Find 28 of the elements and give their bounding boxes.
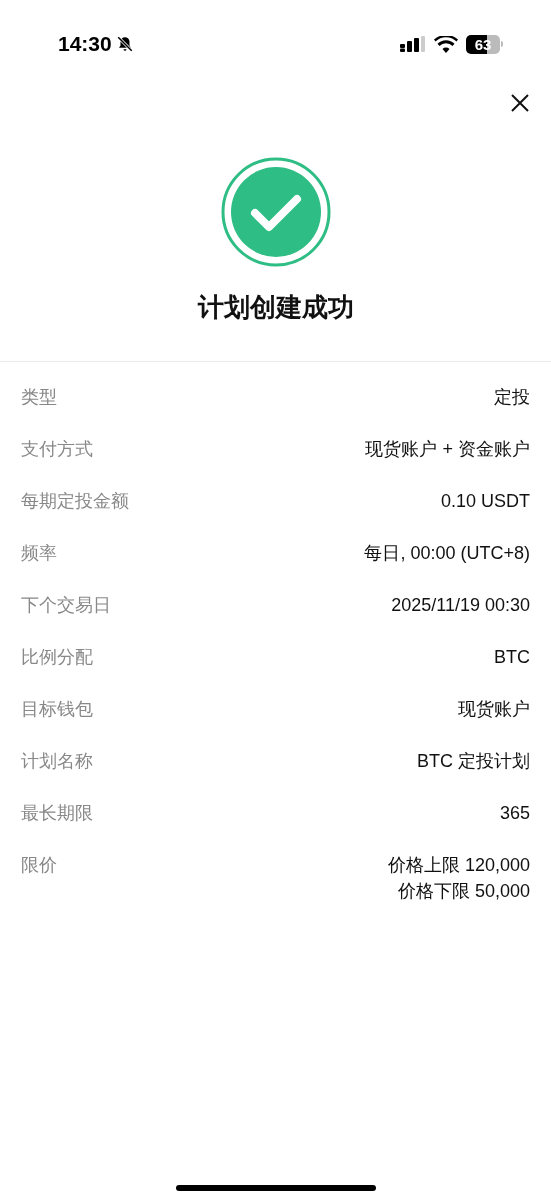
success-title: 计划创建成功 — [196, 291, 355, 324]
row-value: 价格下限 50,000 — [397, 880, 530, 903]
close-icon — [510, 93, 530, 113]
row-label: 支付方式 — [21, 438, 93, 461]
row-label: 最长期限 — [21, 802, 93, 825]
row-value: 现货账户 — [458, 698, 530, 721]
row-value: 现货账户 + 资金账户 — [365, 438, 530, 461]
row-value: 0.10 USDT — [440, 490, 530, 513]
wifi-icon — [434, 35, 458, 53]
muted-bell-icon — [115, 35, 134, 53]
row-label: 目标钱包 — [21, 698, 93, 721]
status-time: 14:30 — [58, 31, 112, 58]
row-value: 定投 — [494, 386, 530, 409]
row-label: 类型 — [21, 386, 57, 409]
row-value: 每日, 00:00 (UTC+8) — [364, 542, 530, 565]
row-value: 2025/11/19 00:30 — [391, 594, 530, 617]
row-value: BTC — [494, 646, 530, 669]
success-check-icon — [219, 156, 332, 268]
row-label: 计划名称 — [21, 750, 93, 773]
row-value: 365 — [499, 802, 530, 825]
row-label: 频率 — [21, 542, 57, 565]
row-label: 限价 — [21, 854, 57, 877]
row-value: BTC 定投计划 — [417, 750, 530, 773]
signal-icon — [400, 36, 426, 52]
row-label: 下个交易日 — [21, 594, 111, 617]
row-label: 比例分配 — [21, 646, 93, 669]
row-value: 价格上限 120,000 — [387, 854, 530, 877]
row-label: 每期定投金额 — [21, 490, 129, 513]
